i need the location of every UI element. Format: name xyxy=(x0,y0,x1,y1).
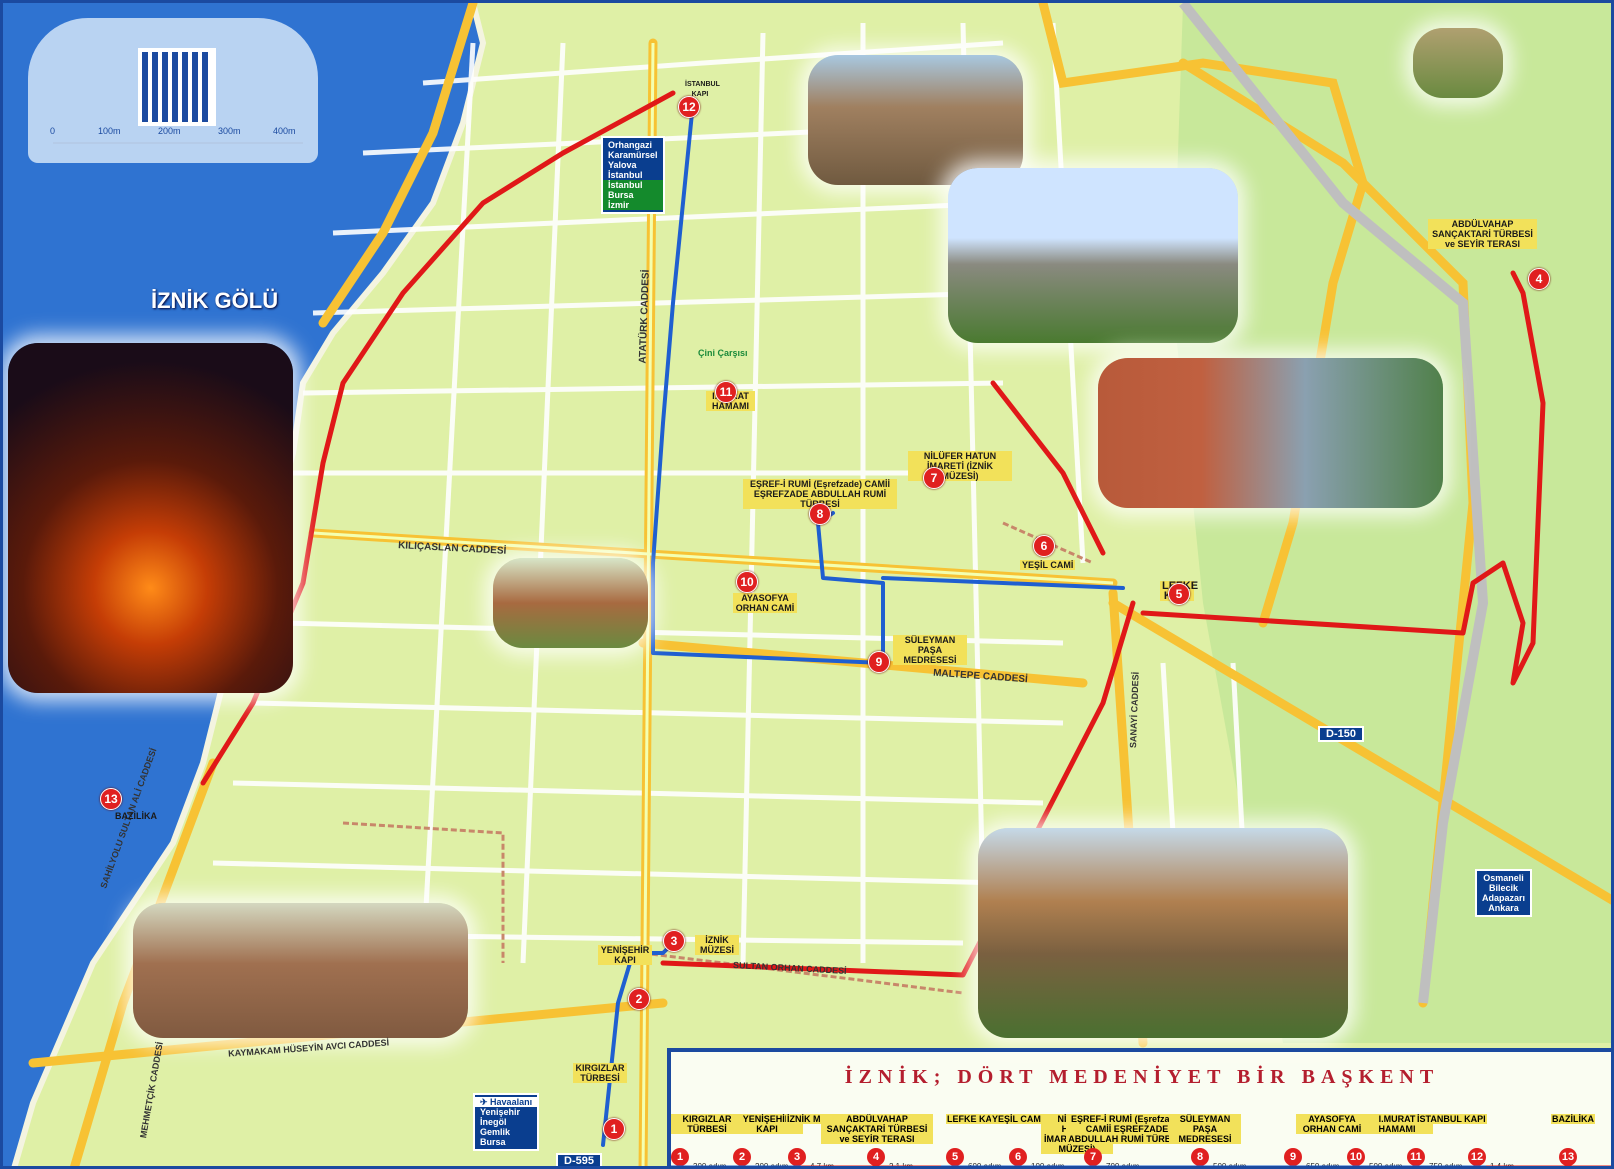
marker-10[interactable]: 10 xyxy=(736,571,758,593)
marker-2[interactable]: 2 xyxy=(628,988,650,1010)
ayasofya-photo xyxy=(493,558,648,648)
marker-1[interactable]: 1 xyxy=(603,1118,625,1140)
scale-label-200: 200m xyxy=(158,126,181,136)
lefke-gate-photo xyxy=(1098,358,1443,508)
scale-label-100: 100m xyxy=(98,126,121,136)
marker-8[interactable]: 8 xyxy=(809,503,831,525)
marker-13[interactable]: 13 xyxy=(100,788,122,810)
marker-11[interactable]: 11 xyxy=(715,381,737,403)
poi-abdulvahap[interactable]: ABDÜLVAHAP SANÇAKTARİ TÜRBESİ ve SEYİR T… xyxy=(1428,219,1537,249)
marker-6[interactable]: 6 xyxy=(1033,535,1055,557)
poi-yesil-cami[interactable]: YEŞİL CAMİ xyxy=(1020,560,1076,570)
marker-4[interactable]: 4 xyxy=(1528,268,1550,290)
city-wall-photo xyxy=(978,828,1348,1038)
city-map[interactable]: 0 100m 200m 300m 400m İZNİK GÖLÜ ATATÜRK… xyxy=(0,0,1614,1169)
poi-suleyman-pasa[interactable]: SÜLEYMAN PAŞA MEDRESESİ xyxy=(893,635,967,665)
sunset-photo xyxy=(8,343,293,693)
istanbul-gate-photo xyxy=(808,55,1023,185)
legend-route-lines xyxy=(671,1165,1611,1166)
route-legend: İZNİK; DÖRT MEDENİYET BİR BAŞKENT KIRGIZ… xyxy=(667,1048,1611,1166)
marker-3[interactable]: 3 xyxy=(663,930,685,952)
qr-code-icon[interactable] xyxy=(138,48,216,126)
marker-9[interactable]: 9 xyxy=(868,651,890,673)
lake-name: İZNİK GÖLÜ xyxy=(151,288,279,313)
yenisehir-gate-photo xyxy=(133,903,468,1038)
sign-east: Osmaneli Bilecik Adapazarı Ankara xyxy=(1475,869,1533,917)
poi-iznik-muzesi[interactable]: İZNİK MÜZESİ xyxy=(695,935,739,955)
marker-12[interactable]: 12 xyxy=(678,96,700,118)
poi-yenisehir-kapi[interactable]: YENİŞEHİR KAPI xyxy=(598,945,652,965)
poi-kirgizlar[interactable]: KIRGIZLAR TÜRBESİ xyxy=(573,1063,627,1083)
green-mosque-photo xyxy=(948,168,1238,343)
scale-label-300: 300m xyxy=(218,126,241,136)
poi-ayasofya[interactable]: AYASOFYA ORHAN CAMİ xyxy=(733,593,797,613)
scale-panel: 0 100m 200m 300m 400m xyxy=(28,18,318,163)
sign-north: Orhangazi Karamürsel Yalova İstanbul İstan… xyxy=(601,136,665,214)
poi-cini-carsisi[interactable]: Çini Çarşısı xyxy=(696,348,750,358)
scale-label-0: 0 xyxy=(50,126,56,136)
road-d150: D-150 xyxy=(1318,726,1364,742)
sign-south: ✈ Havaalanı Yenişehir İnegöl Gemlik Bursa xyxy=(473,1093,540,1151)
poi-bazilika[interactable]: BAZİLİKA xyxy=(113,811,159,821)
road-d595: D-595 xyxy=(556,1153,602,1166)
marker-5[interactable]: 5 xyxy=(1168,583,1190,605)
marker-7[interactable]: 7 xyxy=(923,467,945,489)
scale-label-400: 400m xyxy=(273,126,296,136)
abdulvahap-photo xyxy=(1413,28,1503,98)
